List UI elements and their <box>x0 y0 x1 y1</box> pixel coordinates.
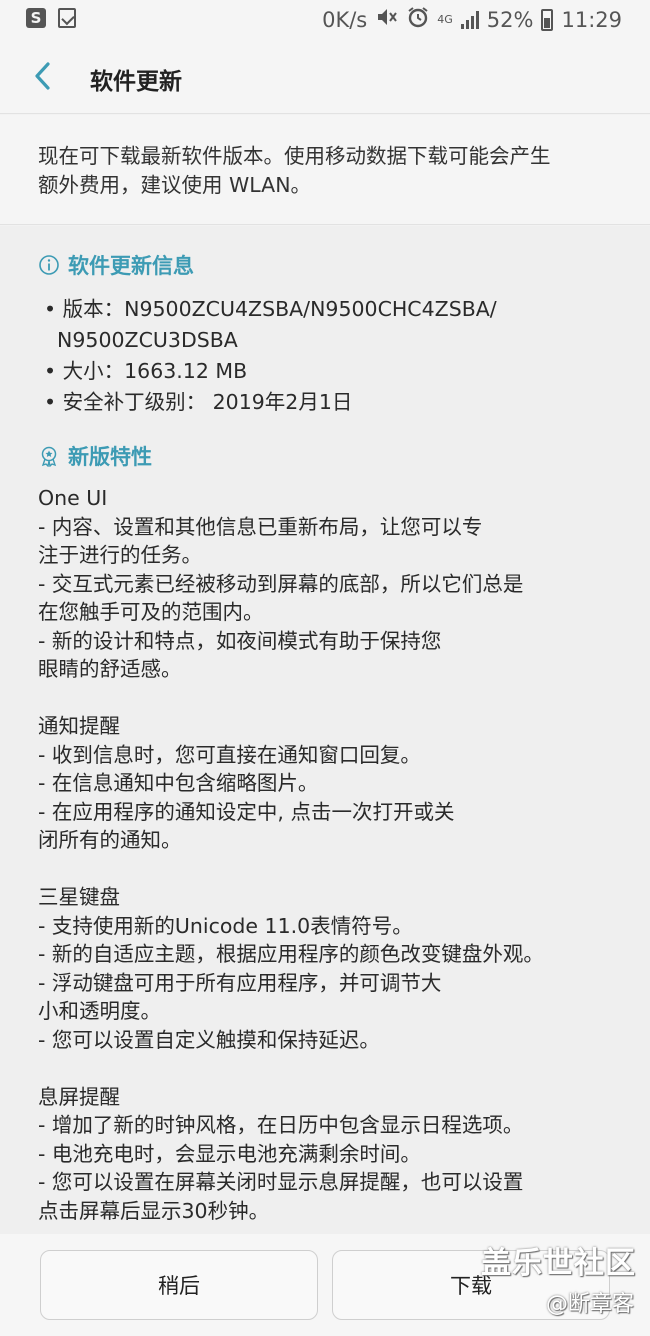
info-section-label: 软件更新信息 <box>68 254 194 278</box>
note-line: One UI <box>38 486 108 510</box>
note-line: 通知提醒 <box>38 714 120 738</box>
status-bar: S 0K/s 4G 52% 11:29 <box>0 0 650 40</box>
action-bar: 稍后 下载 盖乐世社区 @断章客 <box>0 1234 650 1336</box>
note-line: 息屏提醒 <box>38 1084 120 1109</box>
chevron-left-icon <box>35 62 50 90</box>
note-line: - 增加了新的时钟风格，在日历中包含显示日程选项。 <box>38 1113 524 1137</box>
features-section-title: 新版特性 <box>38 441 152 471</box>
app-header: 软件更新 <box>0 40 650 114</box>
info-row-version-cont: N9500ZCU3DSBA <box>44 328 238 352</box>
update-info-list: • 版本：N9500ZCU4ZSBA/N9500CHC4ZSBA/ N9500Z… <box>44 294 497 418</box>
note-line: 闭所有的通知。 <box>38 828 182 852</box>
award-badge-icon <box>41 446 57 467</box>
info-circle-icon <box>39 255 59 275</box>
note-line: - 新的自适应主题，根据应用程序的颜色改变键盘外观。 <box>38 942 544 966</box>
notice-line-2: 额外费用，建议使用 WLAN。 <box>38 173 312 197</box>
watermark-author: @断章客 <box>545 1292 634 1317</box>
data-usage-notice: 现在可下载最新软件版本。使用移动数据下载可能会产生 额外费用，建议使用 WLAN… <box>0 115 650 225</box>
battery-level: 52% <box>486 7 534 32</box>
note-line: 小和透明度。 <box>38 999 161 1023</box>
signal-icon <box>460 10 479 29</box>
note-line: 点击屏幕后显示30秒钟。 <box>38 1198 270 1223</box>
note-line: - 浮动键盘可用于所有应用程序，并可调节大 <box>38 970 442 995</box>
watermark-community: 盖乐世社区 <box>481 1246 636 1281</box>
note-line <box>38 684 544 713</box>
note-line: 在您触手可及的范围内。 <box>38 600 264 624</box>
info-row-version: • 版本：N9500ZCU4ZSBA/N9500CHC4ZSBA/ <box>44 297 497 321</box>
note-line <box>38 855 544 884</box>
alarm-icon <box>407 6 429 33</box>
clock: 11:29 <box>561 7 622 32</box>
battery-icon <box>541 8 554 31</box>
check-task-icon <box>58 8 76 28</box>
back-button[interactable] <box>28 58 64 96</box>
release-notes: One UI - 内容、设置和其他信息已重新布局，让您可以专 注于进行的任务。 … <box>38 484 544 1225</box>
network-type: 4G <box>437 13 453 26</box>
mute-icon <box>375 6 399 33</box>
note-line: 眼睛的舒适感。 <box>38 657 182 681</box>
note-line: - 在应用程序的通知设定中, 点击一次打开或关 <box>38 799 455 824</box>
note-line: - 支持使用新的Unicode 11.0表情符号。 <box>38 913 413 938</box>
info-section-title: 软件更新信息 <box>38 250 194 280</box>
note-line: 注于进行的任务。 <box>38 543 202 567</box>
note-line: - 内容、设置和其他信息已重新布局，让您可以专 <box>38 514 483 539</box>
network-speed: 0K/s <box>322 7 368 32</box>
note-line: - 新的设计和特点，如夜间模式有助于保持您 <box>38 628 442 653</box>
note-line <box>38 1054 544 1083</box>
update-details[interactable]: 软件更新信息 • 版本：N9500ZCU4ZSBA/N9500CHC4ZSBA/… <box>0 226 650 1234</box>
s-app-icon: S <box>26 8 46 28</box>
note-line: - 交互式元素已经被移动到屏幕的底部，所以它们总是 <box>38 571 524 596</box>
page-title: 软件更新 <box>90 69 182 95</box>
later-button[interactable]: 稍后 <box>40 1250 318 1320</box>
info-row-size: • 大小：1663.12 MB <box>44 359 248 383</box>
note-line: - 您可以设置在屏幕关闭时显示息屏提醒，也可以设置 <box>38 1170 524 1194</box>
features-section-label: 新版特性 <box>68 445 152 469</box>
note-line: 三星键盘 <box>38 885 120 909</box>
note-line: - 在信息通知中包含缩略图片。 <box>38 771 319 795</box>
note-line: - 收到信息时，您可直接在通知窗口回复。 <box>38 742 421 767</box>
note-line: - 您可以设置自定义触摸和保持延迟。 <box>38 1027 380 1052</box>
note-line: - 电池充电时，会显示电池充满剩余时间。 <box>38 1141 421 1166</box>
software-update-screen: S 0K/s 4G 52% 11:29 软件更新 现在可下载最新软件版本。使用移… <box>0 0 650 1336</box>
info-row-security-patch: • 安全补丁级别： 2019年2月1日 <box>44 390 353 414</box>
notice-line-1: 现在可下载最新软件版本。使用移动数据下载可能会产生 <box>38 144 551 168</box>
